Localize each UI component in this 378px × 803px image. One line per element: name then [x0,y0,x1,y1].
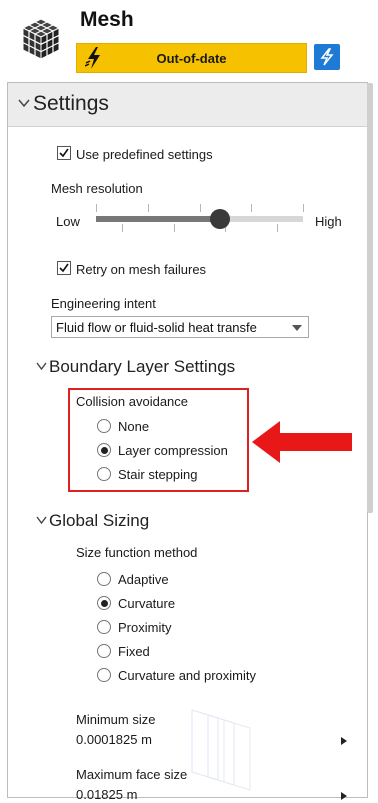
slider-tick [96,204,97,212]
size-function-method-label: Size function method [76,545,198,560]
method-adaptive-label: Adaptive [118,572,169,587]
retry-checkbox[interactable] [57,261,71,275]
settings-title: Settings [33,92,109,115]
use-predefined-label: Use predefined settings [76,147,213,162]
engineering-intent-dropdown[interactable]: Fluid flow or fluid-solid heat transfe [51,316,309,338]
radio-none[interactable] [97,419,111,433]
minimum-size-label: Minimum size [76,712,156,727]
maximum-face-size-value[interactable]: 0.01825 m [76,787,137,802]
radio-dot [100,599,108,607]
update-mesh-button[interactable] [314,44,340,70]
method-curvature-proximity-label: Curvature and proximity [118,668,256,683]
radio-layer-compression[interactable] [97,443,111,457]
collision-avoidance-label: Collision avoidance [76,394,189,409]
lightning-icon [320,48,334,66]
status-bar: Out-of-date [76,43,307,73]
slider-tick [147,204,149,212]
expand-arrow-icon[interactable] [341,792,347,800]
method-proximity-label: Proximity [118,620,172,635]
option-none-label: None [118,419,150,434]
slider-tick [251,204,253,212]
chevron-down-icon[interactable] [36,516,47,524]
chevron-down-icon[interactable] [18,98,30,108]
radio-curvature[interactable] [97,596,111,610]
method-fixed-label: Fixed [118,644,150,659]
slider-tick [121,224,123,232]
option-stair-stepping-label: Stair stepping [118,467,198,482]
boundary-layer-title: Boundary Layer Settings [49,357,236,376]
global-sizing-title: Global Sizing [49,511,150,530]
slider-tick [303,204,304,212]
expand-arrow-icon[interactable] [341,737,347,745]
chevron-down-icon[interactable] [36,362,47,370]
slider-ticks [96,204,304,240]
option-layer-compression-label: Layer compression [118,443,228,458]
slider-tick [199,204,201,212]
slider-tick [173,224,175,232]
slider-fill [96,216,221,222]
red-arrow-icon [252,421,352,463]
radio-fixed[interactable] [97,644,111,658]
minimum-size-value[interactable]: 0.0001825 m [76,732,152,747]
mesh-resolution-label: Mesh resolution [51,181,143,196]
use-predefined-checkbox[interactable] [57,146,71,160]
radio-adaptive[interactable] [97,572,111,586]
checkmark-icon [59,263,69,273]
slider-tick [277,224,279,232]
retry-label: Retry on mesh failures [76,262,207,277]
mesh-preview-image [191,709,251,791]
maximum-face-size-label: Maximum face size [76,767,188,782]
method-curvature-label: Curvature [118,596,176,611]
engineering-intent-value: Fluid flow or fluid-solid heat transfe [56,320,257,335]
slider-high-label: High [315,214,342,229]
scrollbar[interactable] [367,83,373,513]
panel-title: Mesh [80,8,134,31]
status-text: Out-of-date [156,51,227,66]
engineering-intent-label: Engineering intent [51,296,156,311]
mesh-icon [21,18,61,60]
chevron-down-icon [292,325,302,331]
radio-proximity[interactable] [97,620,111,634]
checkmark-icon [59,148,69,158]
slider-low-label: Low [56,214,80,229]
radio-dot [100,446,108,454]
radio-curvature-and-proximity[interactable] [97,668,111,682]
radio-stair-stepping[interactable] [97,467,111,481]
